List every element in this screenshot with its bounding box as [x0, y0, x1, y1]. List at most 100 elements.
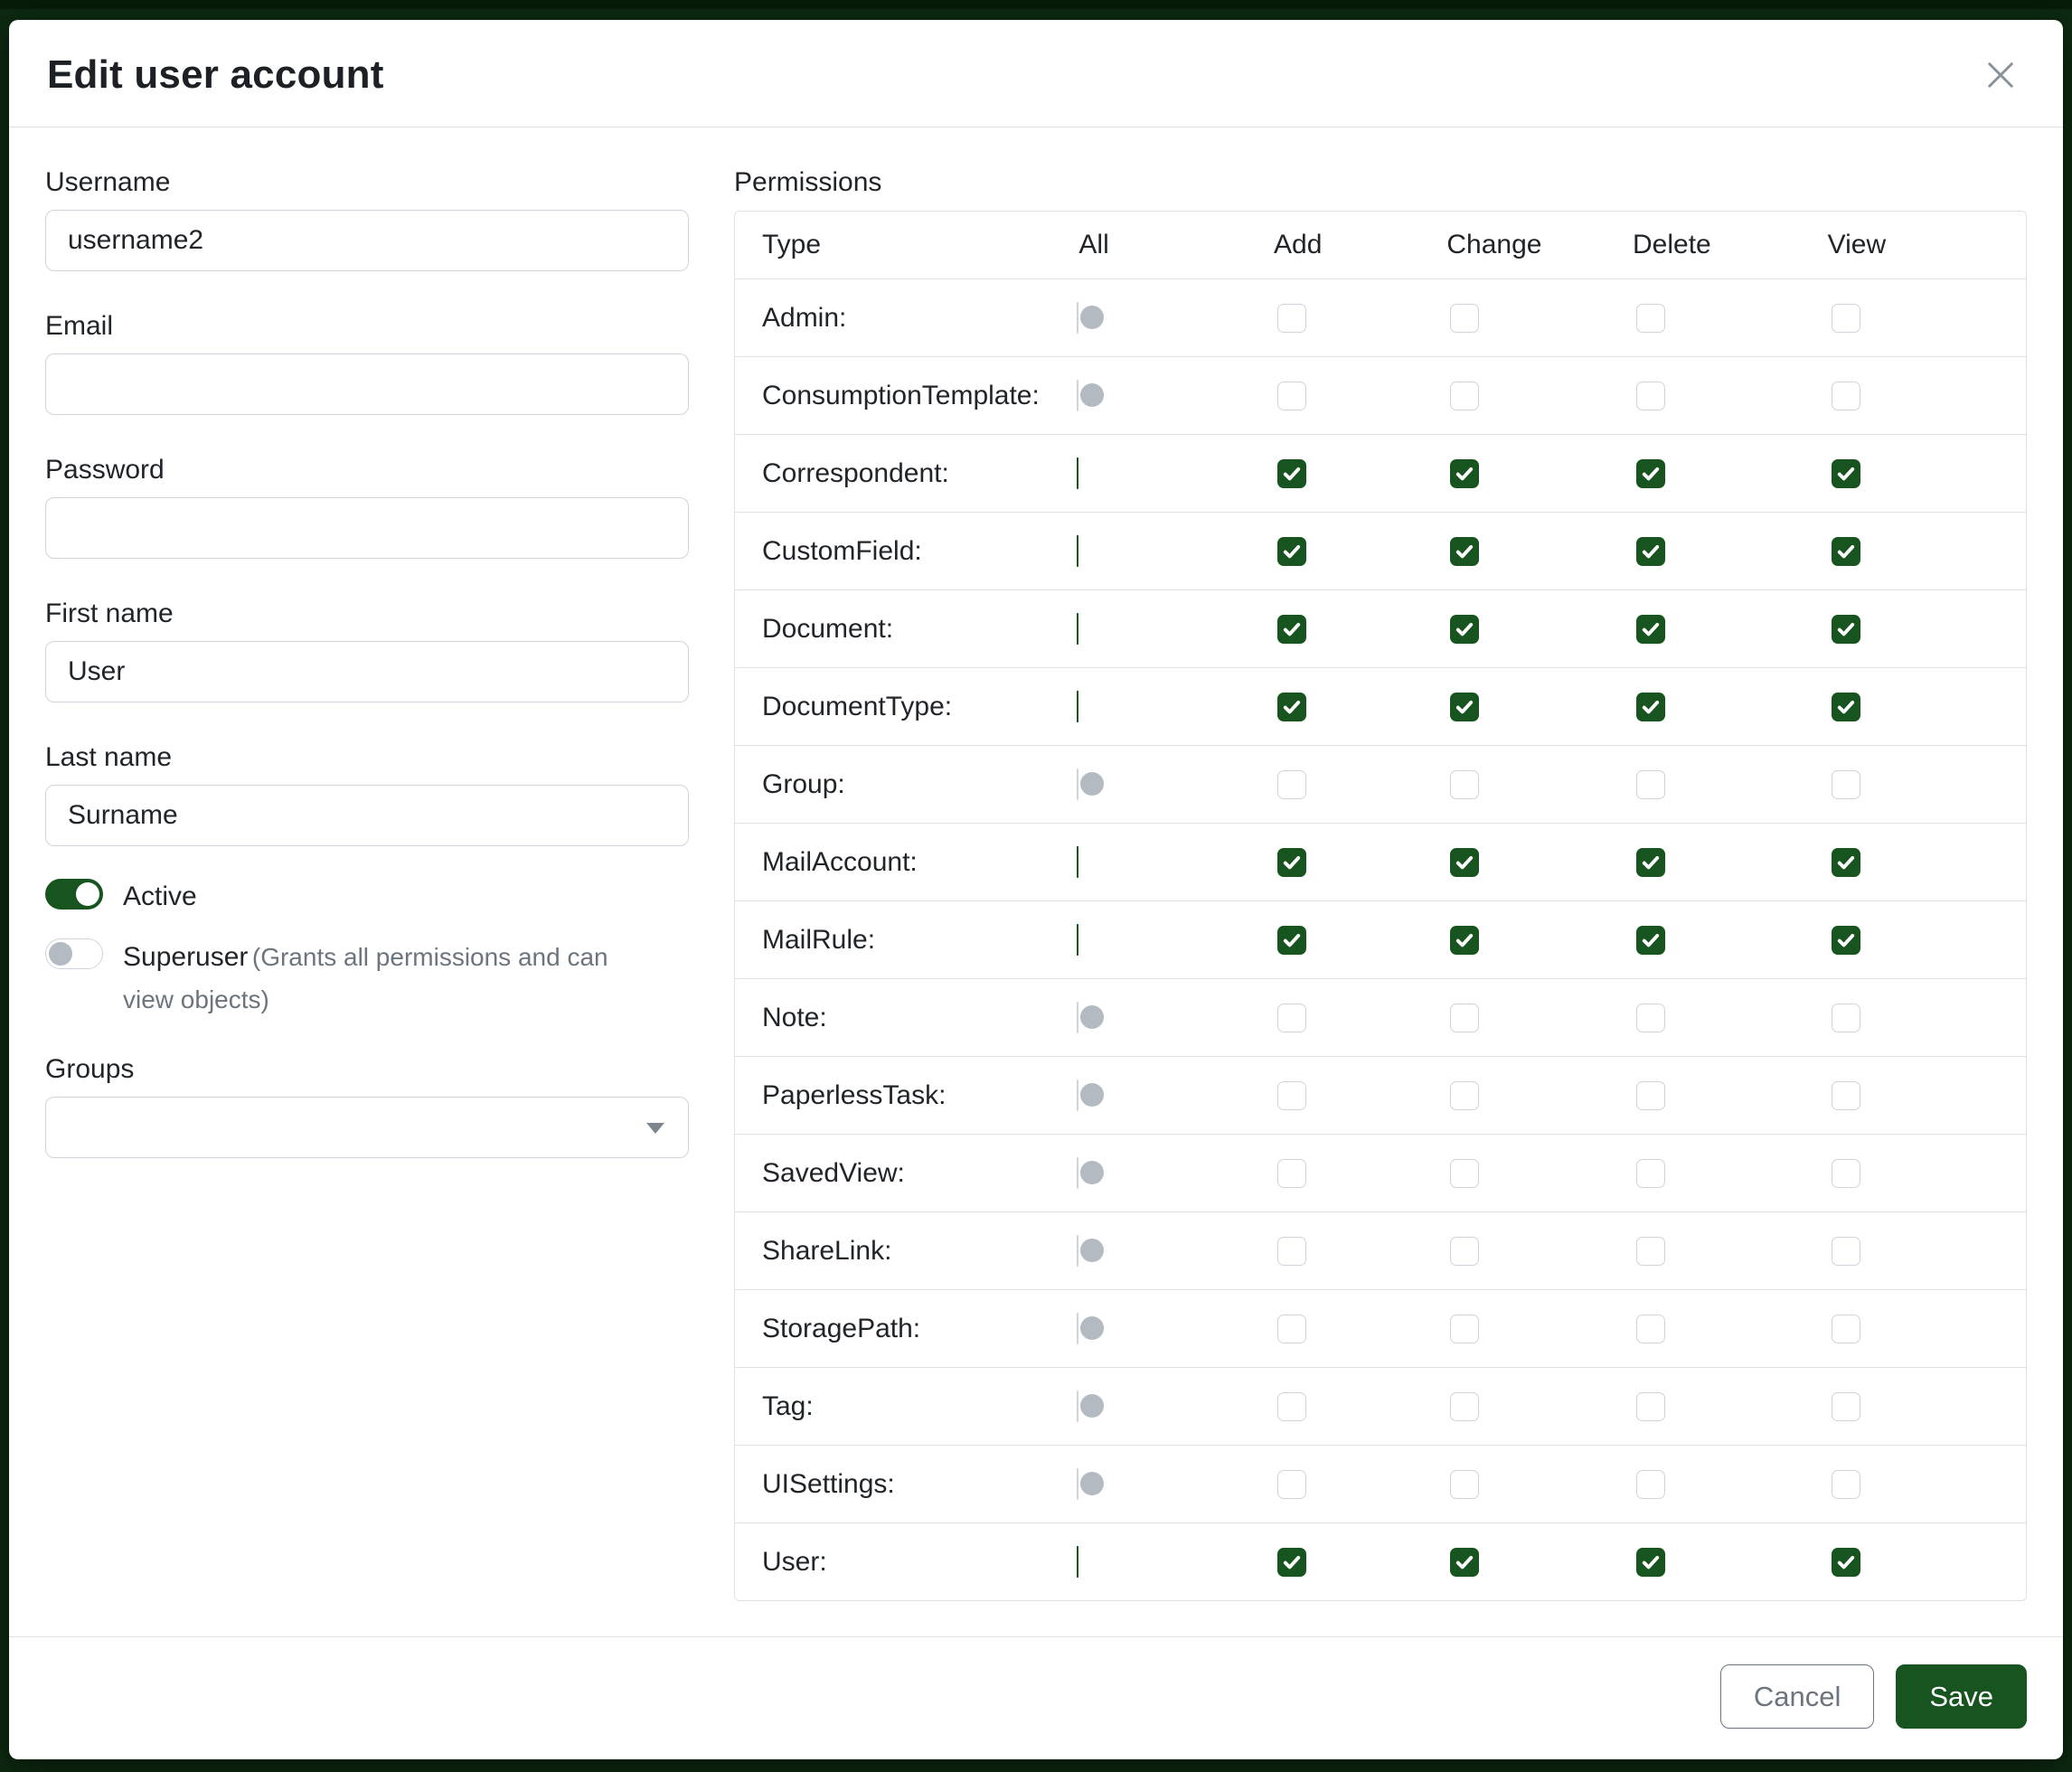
- groups-select[interactable]: [45, 1097, 689, 1158]
- permission-view-checkbox[interactable]: [1832, 1237, 1860, 1266]
- permission-add-checkbox[interactable]: [1277, 1159, 1306, 1188]
- username-label: Username: [45, 167, 689, 198]
- permission-view-checkbox[interactable]: [1832, 1548, 1860, 1577]
- permission-add-checkbox[interactable]: [1277, 693, 1306, 721]
- superuser-toggle[interactable]: [45, 938, 103, 969]
- permission-row: ShareLink:: [735, 1211, 2026, 1289]
- permission-view-checkbox[interactable]: [1832, 926, 1860, 955]
- permission-all-toggle[interactable]: [1077, 380, 1078, 411]
- permission-view-checkbox[interactable]: [1832, 382, 1860, 410]
- permission-delete-checkbox[interactable]: [1636, 1470, 1665, 1499]
- permission-all-toggle[interactable]: [1077, 613, 1078, 645]
- permission-add-checkbox[interactable]: [1277, 1470, 1306, 1499]
- permission-view-checkbox[interactable]: [1832, 615, 1860, 644]
- permission-row: SavedView:: [735, 1134, 2026, 1211]
- email-input[interactable]: [45, 353, 689, 415]
- permission-view-checkbox[interactable]: [1832, 537, 1860, 566]
- permission-view-checkbox[interactable]: [1832, 1470, 1860, 1499]
- permission-change-checkbox[interactable]: [1450, 1081, 1479, 1110]
- password-input[interactable]: [45, 497, 689, 559]
- permission-all-toggle[interactable]: [1077, 457, 1078, 489]
- permission-delete-checkbox[interactable]: [1636, 1548, 1665, 1577]
- permission-change-checkbox[interactable]: [1450, 926, 1479, 955]
- permission-view-checkbox[interactable]: [1832, 1159, 1860, 1188]
- permission-change-checkbox[interactable]: [1450, 615, 1479, 644]
- permission-change-checkbox[interactable]: [1450, 1548, 1479, 1577]
- permission-add-checkbox[interactable]: [1277, 1315, 1306, 1343]
- permission-all-toggle[interactable]: [1077, 846, 1078, 878]
- permission-change-checkbox[interactable]: [1450, 1004, 1479, 1032]
- permission-delete-checkbox[interactable]: [1636, 1392, 1665, 1421]
- permission-delete-checkbox[interactable]: [1636, 537, 1665, 566]
- permission-change-checkbox[interactable]: [1450, 1315, 1479, 1343]
- permission-all-toggle[interactable]: [1077, 768, 1078, 800]
- permission-add-checkbox[interactable]: [1277, 1392, 1306, 1421]
- permission-all-toggle[interactable]: [1077, 1235, 1078, 1267]
- active-toggle[interactable]: [45, 879, 103, 910]
- permission-view-checkbox[interactable]: [1832, 693, 1860, 721]
- cancel-button[interactable]: Cancel: [1720, 1664, 1875, 1729]
- permission-change-checkbox[interactable]: [1450, 537, 1479, 566]
- permission-view-checkbox[interactable]: [1832, 459, 1860, 488]
- permission-all-toggle[interactable]: [1077, 1313, 1078, 1344]
- permission-change-checkbox[interactable]: [1450, 693, 1479, 721]
- permission-all-toggle[interactable]: [1077, 691, 1078, 722]
- permission-delete-checkbox[interactable]: [1636, 382, 1665, 410]
- permission-delete-checkbox[interactable]: [1636, 693, 1665, 721]
- close-button[interactable]: [1976, 51, 2025, 99]
- permission-add-checkbox[interactable]: [1277, 304, 1306, 333]
- permission-delete-checkbox[interactable]: [1636, 770, 1665, 799]
- permission-all-toggle[interactable]: [1077, 1468, 1078, 1500]
- permission-all-toggle[interactable]: [1077, 1079, 1078, 1111]
- permission-all-toggle[interactable]: [1077, 1546, 1078, 1578]
- permission-all-toggle[interactable]: [1077, 924, 1078, 956]
- permission-add-checkbox[interactable]: [1277, 459, 1306, 488]
- first-name-input[interactable]: [45, 641, 689, 702]
- permission-all-toggle[interactable]: [1077, 302, 1078, 334]
- permission-delete-checkbox[interactable]: [1636, 615, 1665, 644]
- permission-change-checkbox[interactable]: [1450, 459, 1479, 488]
- permission-delete-checkbox[interactable]: [1636, 1237, 1665, 1266]
- permission-delete-checkbox[interactable]: [1636, 459, 1665, 488]
- permission-all-toggle[interactable]: [1077, 1390, 1078, 1422]
- permission-add-checkbox[interactable]: [1277, 1237, 1306, 1266]
- permission-view-checkbox[interactable]: [1832, 1392, 1860, 1421]
- permission-change-checkbox[interactable]: [1450, 304, 1479, 333]
- permission-delete-checkbox[interactable]: [1636, 304, 1665, 333]
- permission-row: StoragePath:: [735, 1289, 2026, 1367]
- permission-view-checkbox[interactable]: [1832, 848, 1860, 877]
- permission-add-checkbox[interactable]: [1277, 770, 1306, 799]
- permission-delete-checkbox[interactable]: [1636, 1004, 1665, 1032]
- permission-add-checkbox[interactable]: [1277, 926, 1306, 955]
- permission-add-checkbox[interactable]: [1277, 382, 1306, 410]
- permission-all-toggle[interactable]: [1077, 1002, 1078, 1033]
- username-input[interactable]: [45, 210, 689, 271]
- permission-view-checkbox[interactable]: [1832, 770, 1860, 799]
- permission-change-checkbox[interactable]: [1450, 382, 1479, 410]
- permission-add-checkbox[interactable]: [1277, 1004, 1306, 1032]
- permission-delete-checkbox[interactable]: [1636, 1081, 1665, 1110]
- permission-change-checkbox[interactable]: [1450, 770, 1479, 799]
- permission-add-checkbox[interactable]: [1277, 615, 1306, 644]
- permission-view-checkbox[interactable]: [1832, 1081, 1860, 1110]
- permission-view-checkbox[interactable]: [1832, 304, 1860, 333]
- permission-change-checkbox[interactable]: [1450, 1159, 1479, 1188]
- permission-delete-checkbox[interactable]: [1636, 1159, 1665, 1188]
- permission-all-toggle[interactable]: [1077, 1157, 1078, 1189]
- permission-all-toggle[interactable]: [1077, 535, 1078, 567]
- permission-add-checkbox[interactable]: [1277, 1548, 1306, 1577]
- permission-add-checkbox[interactable]: [1277, 1081, 1306, 1110]
- permission-add-checkbox[interactable]: [1277, 537, 1306, 566]
- permission-delete-checkbox[interactable]: [1636, 848, 1665, 877]
- save-button[interactable]: Save: [1896, 1664, 2027, 1729]
- permission-change-checkbox[interactable]: [1450, 1392, 1479, 1421]
- permission-change-checkbox[interactable]: [1450, 848, 1479, 877]
- permission-add-checkbox[interactable]: [1277, 848, 1306, 877]
- permission-view-checkbox[interactable]: [1832, 1315, 1860, 1343]
- permission-view-checkbox[interactable]: [1832, 1004, 1860, 1032]
- permission-change-checkbox[interactable]: [1450, 1470, 1479, 1499]
- last-name-input[interactable]: [45, 785, 689, 846]
- permission-change-checkbox[interactable]: [1450, 1237, 1479, 1266]
- permission-delete-checkbox[interactable]: [1636, 926, 1665, 955]
- permission-delete-checkbox[interactable]: [1636, 1315, 1665, 1343]
